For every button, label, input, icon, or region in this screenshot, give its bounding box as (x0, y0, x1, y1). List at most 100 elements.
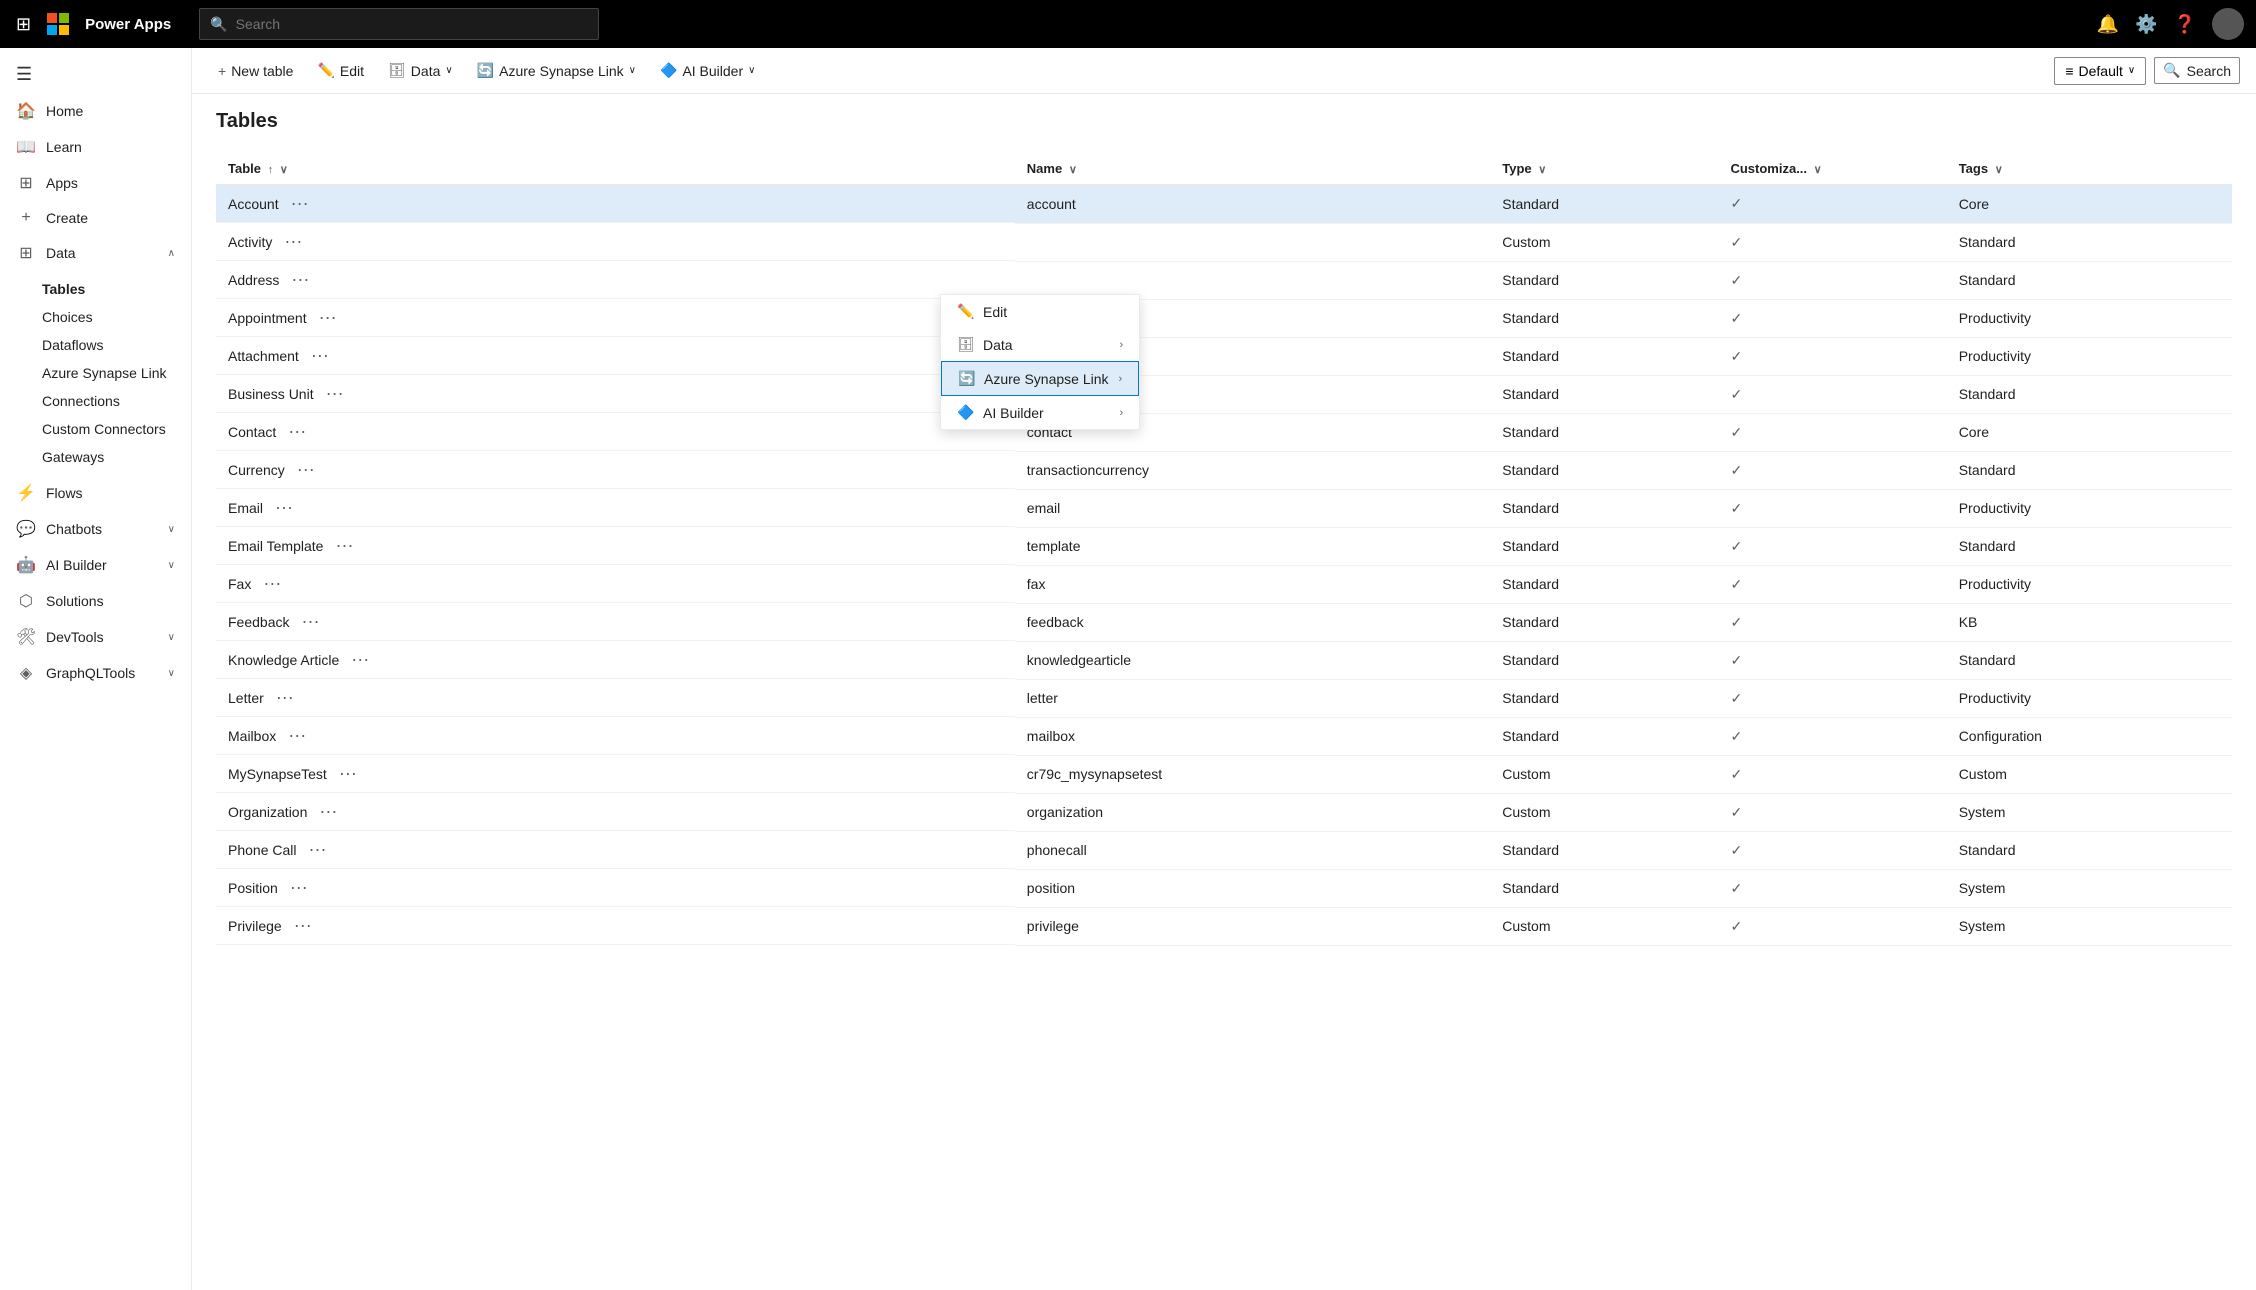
row-dots-button[interactable]: ··· (305, 839, 331, 860)
col-header-table[interactable]: Table ↑ ∨ (216, 153, 1015, 185)
table-row[interactable]: Email···emailStandard✓Productivity (216, 489, 2232, 527)
row-dots-button[interactable]: ··· (322, 383, 348, 404)
sidebar-item-connections[interactable]: Connections (0, 387, 191, 415)
table-row[interactable]: Fax···faxStandard✓Productivity (216, 565, 2232, 603)
sidebar-item-devtools[interactable]: 🛠 DevTools ∨ (0, 619, 191, 655)
row-table-label: Email (228, 500, 263, 516)
context-menu-edit[interactable]: ✏️ Edit (941, 295, 1139, 328)
row-dots-button[interactable]: ··· (347, 649, 373, 670)
azure-synapse-link-button[interactable]: 🔄 Azure Synapse Link ∨ (467, 56, 646, 85)
sort-toggle-icon[interactable]: ∨ (280, 164, 288, 176)
main-area: + New table ✏️ Edit 🗄 Data ∨ 🔄 Azure Syn… (192, 48, 2256, 1290)
sidebar-item-ai-builder[interactable]: 🤖 AI Builder ∨ (0, 547, 191, 583)
checkmark-icon: ✓ (1730, 918, 1742, 934)
app-name: Power Apps (85, 16, 171, 33)
grid-icon[interactable]: ⊞ (12, 10, 35, 39)
col-header-tags[interactable]: Tags ∨ (1947, 153, 2232, 185)
table-row[interactable]: Account···accountStandard✓Core (216, 185, 2232, 224)
table-row[interactable]: Feedback···feedbackStandard✓KB (216, 603, 2232, 641)
row-dots-button[interactable]: ··· (315, 307, 341, 328)
table-row[interactable]: Attachment···mentStandard✓Productivity (216, 337, 2232, 375)
table-row[interactable]: Organization···organizationCustom✓System (216, 793, 2232, 831)
row-dots-button[interactable]: ··· (315, 801, 341, 822)
context-ai-icon: 🔷 (957, 404, 973, 421)
row-table-label: Feedback (228, 614, 289, 630)
help-icon[interactable]: ❓ (2174, 14, 2196, 35)
row-dots-button[interactable]: ··· (287, 193, 313, 214)
sidebar-item-chatbots[interactable]: 💬 Chatbots ∨ (0, 511, 191, 547)
notification-icon[interactable]: 🔔 (2097, 14, 2119, 35)
cell-row-tags: Standard (1947, 641, 2232, 679)
row-table-label: Privilege (228, 918, 282, 934)
sidebar-item-azure-synapse[interactable]: Azure Synapse Link (0, 359, 191, 387)
row-dots-button[interactable]: ··· (335, 763, 361, 784)
search-input[interactable] (236, 16, 589, 32)
sidebar-item-learn[interactable]: 📖 Learn (0, 129, 191, 165)
table-row[interactable]: Privilege···privilegeCustom✓System (216, 907, 2232, 945)
row-dots-button[interactable]: ··· (286, 877, 312, 898)
context-menu-azure-synapse[interactable]: 🔄 Azure Synapse Link › (941, 361, 1139, 396)
data-button[interactable]: 🗄 Data ∨ (378, 56, 463, 85)
sidebar-item-choices[interactable]: Choices (0, 303, 191, 331)
table-row[interactable]: Mailbox···mailboxStandard✓Configuration (216, 717, 2232, 755)
checkmark-icon: ✓ (1730, 766, 1742, 782)
row-dots-button[interactable]: ··· (271, 497, 297, 518)
sidebar-item-flows[interactable]: ⚡ Flows (0, 475, 191, 511)
sidebar-item-apps[interactable]: ⊞ Apps (0, 165, 191, 201)
default-button[interactable]: ≡ Default ∨ (2054, 57, 2146, 85)
sidebar-item-gateways[interactable]: Gateways (0, 443, 191, 471)
checkmark-icon: ✓ (1730, 538, 1742, 554)
table-search[interactable]: 🔍 Search (2154, 57, 2240, 84)
sidebar-item-dataflows[interactable]: Dataflows (0, 331, 191, 359)
context-menu: ✏️ Edit 🗄 Data › 🔄 Azure Synapse Link › … (940, 294, 1140, 430)
settings-icon[interactable]: ⚙️ (2135, 14, 2157, 35)
table-row[interactable]: Business Unit···businessunitStandard✓Sta… (216, 375, 2232, 413)
row-dots-button[interactable]: ··· (290, 915, 316, 936)
sidebar-item-custom-connectors[interactable]: Custom Connectors (0, 415, 191, 443)
context-menu-ai-builder[interactable]: 🔷 AI Builder › (941, 396, 1139, 429)
row-dots-button[interactable]: ··· (331, 535, 357, 556)
ai-builder-button[interactable]: 🔷 AI Builder ∨ (650, 56, 765, 85)
context-menu-data[interactable]: 🗄 Data › (941, 328, 1139, 361)
col-header-custom[interactable]: Customiza... ∨ (1718, 153, 1946, 185)
row-dots-button[interactable]: ··· (259, 573, 285, 594)
table-row[interactable]: Appointment···Standard✓Productivity (216, 299, 2232, 337)
search-toolbar-icon: 🔍 (2163, 62, 2180, 79)
sidebar-item-create[interactable]: + Create (0, 201, 191, 235)
row-dots-button[interactable]: ··· (293, 459, 319, 480)
table-row[interactable]: Address···Standard✓Standard (216, 261, 2232, 299)
row-dots-button[interactable]: ··· (284, 725, 310, 746)
topbar-right: 🔔 ⚙️ ❓ (2097, 8, 2244, 40)
sidebar-toggle[interactable]: ☰ (0, 56, 191, 93)
sidebar-item-graphqltools[interactable]: ◈ GraphQLTools ∨ (0, 655, 191, 691)
synapse-icon: 🔄 (477, 62, 494, 79)
new-table-button[interactable]: + New table (208, 57, 303, 85)
row-dots-button[interactable]: ··· (307, 345, 333, 366)
row-dots-button[interactable]: ··· (272, 687, 298, 708)
table-row[interactable]: Position···positionStandard✓System (216, 869, 2232, 907)
row-dots-button[interactable]: ··· (284, 421, 310, 442)
table-row[interactable]: Knowledge Article···knowledgearticleStan… (216, 641, 2232, 679)
row-table-label: Email Template (228, 538, 323, 554)
table-row[interactable]: Letter···letterStandard✓Productivity (216, 679, 2232, 717)
row-dots-button[interactable]: ··· (280, 231, 306, 252)
sidebar-item-tables[interactable]: Tables (0, 275, 191, 303)
table-row[interactable]: Currency···transactioncurrencyStandard✓S… (216, 451, 2232, 489)
col-header-type[interactable]: Type ∨ (1490, 153, 1718, 185)
row-dots-button[interactable]: ··· (297, 611, 323, 632)
table-row[interactable]: Email Template···templateStandard✓Standa… (216, 527, 2232, 565)
table-row[interactable]: MySynapseTest···cr79c_mysynapsetestCusto… (216, 755, 2232, 793)
row-dots-button[interactable]: ··· (287, 269, 313, 290)
global-search[interactable]: 🔍 (199, 8, 599, 40)
table-row[interactable]: Activity···Custom✓Standard (216, 223, 2232, 261)
table-row[interactable]: Contact···contactStandard✓Core (216, 413, 2232, 451)
avatar[interactable] (2212, 8, 2244, 40)
dataflows-label: Dataflows (42, 337, 103, 353)
edit-button[interactable]: ✏️ Edit (307, 56, 374, 85)
table-row[interactable]: Phone Call···phonecallStandard✓Standard (216, 831, 2232, 869)
sidebar-item-data[interactable]: ⊞ Data ∧ (0, 235, 191, 271)
cell-row-customizable: ✓ (1718, 603, 1946, 641)
sidebar-item-solutions[interactable]: ⬡ Solutions (0, 583, 191, 619)
col-header-name[interactable]: Name ∨ (1015, 153, 1490, 185)
sidebar-item-home[interactable]: 🏠 Home (0, 93, 191, 129)
